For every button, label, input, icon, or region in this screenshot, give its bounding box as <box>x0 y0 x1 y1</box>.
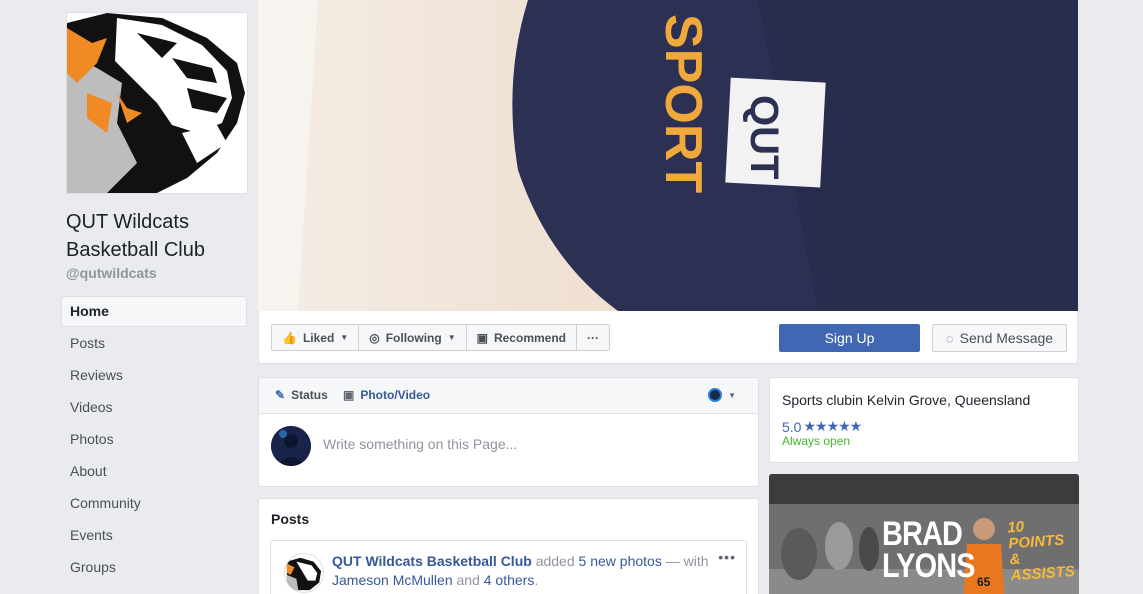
post-options-button[interactable]: ••• <box>718 549 736 565</box>
stat-assists: & ASSISTS <box>1009 550 1076 585</box>
liked-button[interactable]: 👍 Liked ▼ <box>271 324 360 351</box>
tab-photo-video-label: Photo/Video <box>360 388 431 402</box>
sleeve-text: SPORT <box>654 14 712 193</box>
featured-photo[interactable]: 65 BRAD LYONS 10 POINTS & ASSISTS <box>769 474 1079 594</box>
post-author-link[interactable]: QUT Wildcats Basketball Club <box>332 553 532 569</box>
nav-item-videos[interactable]: Videos <box>61 391 247 423</box>
post-with-text: — with <box>665 553 709 569</box>
tab-status[interactable]: ✎ Status <box>275 388 328 402</box>
page-handle[interactable]: @qutwildcats <box>66 265 157 281</box>
avatar-image <box>271 426 311 466</box>
caret-down-icon: ▼ <box>447 333 456 342</box>
profile-picture[interactable] <box>66 12 248 194</box>
composer-input[interactable]: Write something on this Page... <box>323 436 517 452</box>
post-composer: ✎ Status ▣ Photo/Video ▼ Write something… <box>258 377 759 487</box>
speech-bubble-icon: ▣ <box>476 330 488 345</box>
messenger-icon: ◌ <box>945 330 954 346</box>
nav-item-posts[interactable]: Posts <box>61 327 247 359</box>
tab-photo-video[interactable]: ▣ Photo/Video <box>343 388 430 402</box>
recommend-label: Recommend <box>493 330 566 345</box>
posts-heading: Posts <box>271 511 310 527</box>
caret-down-icon: ▼ <box>340 333 349 342</box>
others-link[interactable]: 4 others <box>484 572 535 588</box>
post-and-text: and <box>456 572 480 588</box>
liked-label: Liked <box>302 330 335 345</box>
tab-status-label: Status <box>291 388 328 402</box>
tiger-logo-icon <box>285 554 323 592</box>
post-card: QUT Wildcats Basketball Club added 5 new… <box>270 540 747 594</box>
nav-item-photos[interactable]: Photos <box>61 423 247 455</box>
more-label: ··· <box>587 330 599 345</box>
following-label: Following <box>385 330 442 345</box>
composer-tabs: ✎ Status ▣ Photo/Video ▼ <box>259 378 758 414</box>
nav-item-community[interactable]: Community <box>61 487 247 519</box>
avatar <box>708 388 723 402</box>
nav-item-groups[interactable]: Groups <box>61 551 247 583</box>
rss-icon: ◎ <box>369 330 380 345</box>
cover-image: SPORT QUT <box>258 0 1078 311</box>
player-last-name: LYONS <box>882 547 976 585</box>
following-button[interactable]: ◎ Following ▼ <box>358 324 467 351</box>
about-card: Sports clubin Kelvin Grove, Queensland 5… <box>769 377 1079 463</box>
post-photos-link[interactable]: 5 new photos <box>579 553 662 569</box>
post-period: . <box>534 572 539 588</box>
send-message-button[interactable]: ◌ Send Message <box>932 324 1067 352</box>
player-stat: 10 POINTS & ASSISTS <box>1006 516 1079 585</box>
cover-photo[interactable]: SPORT QUT <box>258 0 1078 311</box>
sign-up-button[interactable]: Sign Up <box>779 324 920 352</box>
camera-icon: ▣ <box>343 388 355 402</box>
caret-down-icon: ▼ <box>728 390 736 400</box>
thumbs-up-icon: 👍 <box>282 330 297 345</box>
nav-item-reviews[interactable]: Reviews <box>61 359 247 391</box>
more-options-button[interactable]: ··· <box>576 324 610 351</box>
stat-points: 10 POINTS <box>1006 518 1065 553</box>
post-header: QUT Wildcats Basketball Club added 5 new… <box>332 552 722 590</box>
tagged-user-link[interactable]: Jameson McMullen <box>332 572 453 588</box>
post-author-avatar[interactable] <box>284 553 324 593</box>
user-avatar[interactable] <box>271 426 311 466</box>
action-button-group: 👍 Liked ▼ ◎ Following ▼ ▣ Recommend ··· <box>271 324 610 351</box>
page-rating[interactable]: 5.0 ★★★★★ <box>782 418 862 435</box>
page-nav: Home Posts Reviews Videos Photos About C… <box>61 296 247 583</box>
posts-section: Posts QUT Wildcats Basketball Club added… <box>258 498 759 594</box>
audience-selector[interactable]: ▼ <box>708 388 736 402</box>
page-category[interactable]: Sports clubin Kelvin Grove, Queensland <box>782 392 1030 408</box>
badge-text: QUT <box>742 95 786 179</box>
send-message-label: Send Message <box>959 330 1054 346</box>
tiger-logo <box>67 13 247 193</box>
page-action-bar: 👍 Liked ▼ ◎ Following ▼ ▣ Recommend ··· … <box>258 311 1078 364</box>
player-first-name: BRAD <box>882 515 963 553</box>
rating-stars-icon: ★★★★★ <box>803 418 862 434</box>
nav-item-about[interactable]: About <box>61 455 247 487</box>
nav-item-home[interactable]: Home <box>61 296 247 327</box>
post-action-text: added <box>535 553 575 569</box>
jersey-number: 65 <box>977 575 991 589</box>
recommend-button[interactable]: ▣ Recommend <box>465 324 577 351</box>
nav-item-events[interactable]: Events <box>61 519 247 551</box>
hours-status: Always open <box>782 434 851 448</box>
pencil-icon: ✎ <box>275 388 286 402</box>
page-title[interactable]: QUT Wildcats Basketball Club <box>66 208 246 264</box>
rating-value: 5.0 <box>782 418 802 435</box>
player-name: BRAD LYONS <box>882 515 976 585</box>
